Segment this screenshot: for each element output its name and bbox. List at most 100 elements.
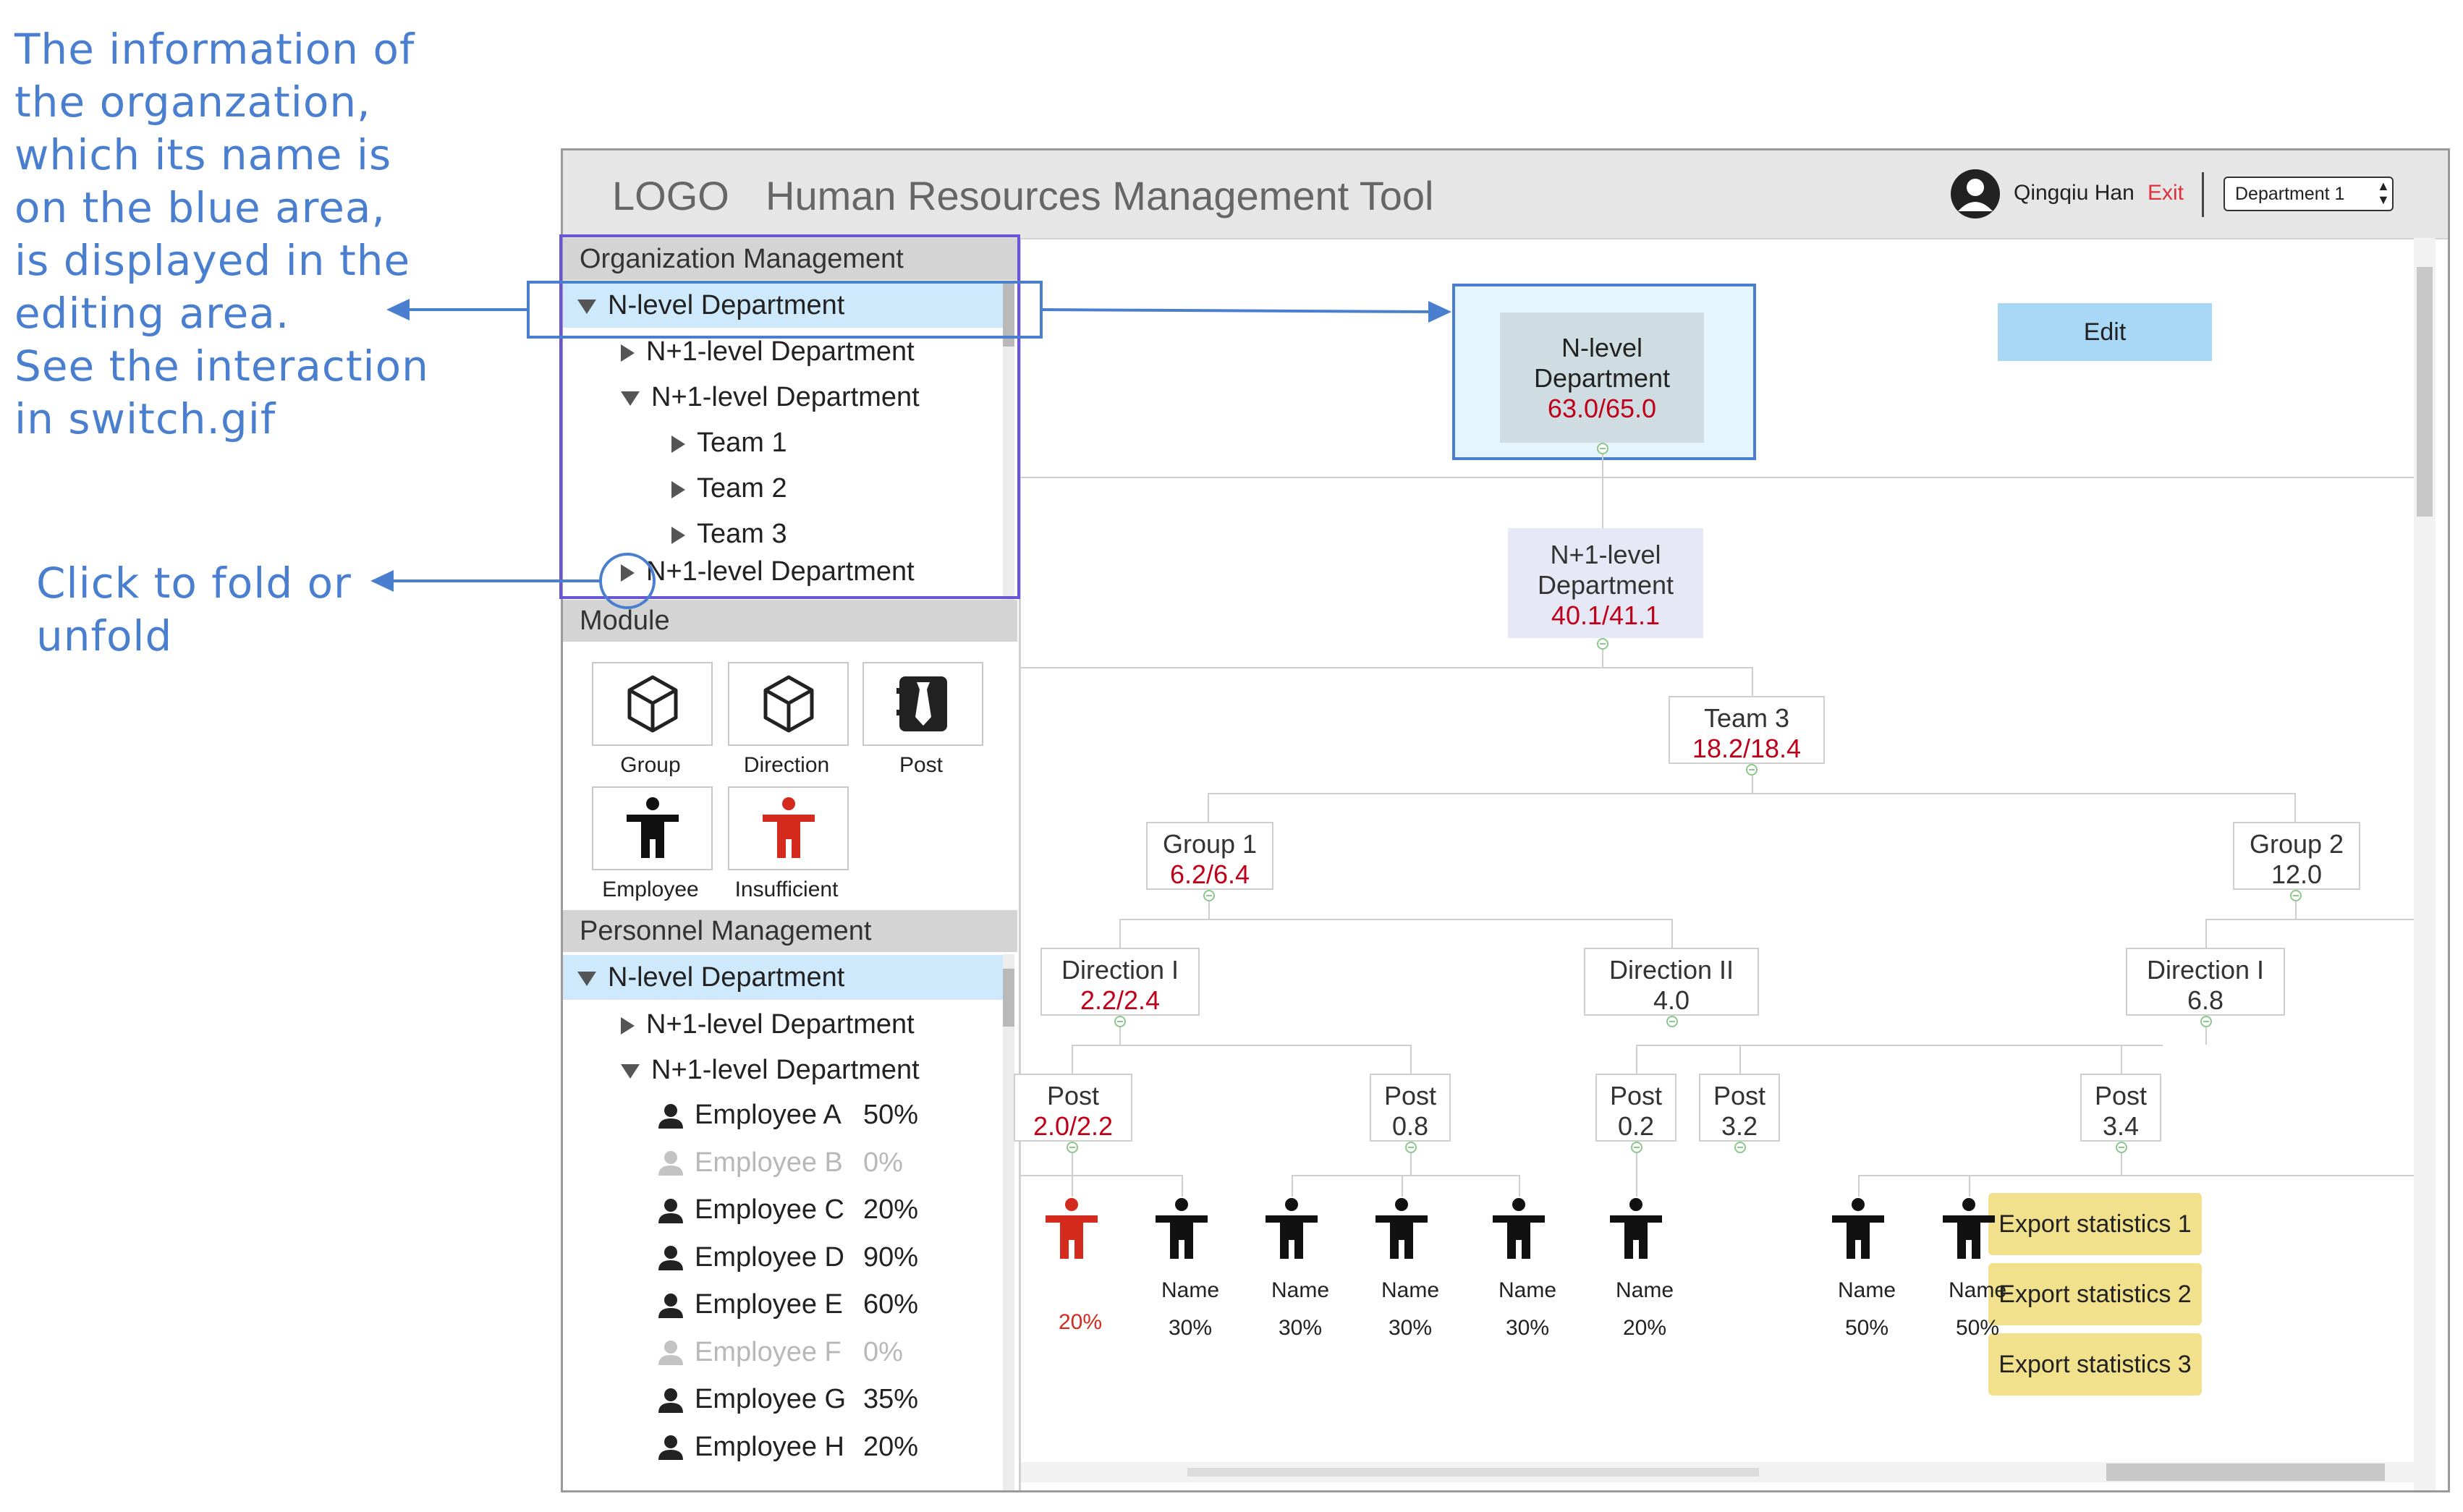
tie-icon xyxy=(896,676,947,731)
caret-right-icon[interactable] xyxy=(621,564,635,582)
connector xyxy=(1021,1175,1183,1176)
direction1-group1-node[interactable]: Direction I 2.2/2.4 xyxy=(1040,948,1200,1016)
person-icon[interactable] xyxy=(1490,1197,1548,1262)
employee-row[interactable]: Employee H 20% xyxy=(657,1424,975,1469)
employee-row[interactable]: Employee G 35% xyxy=(657,1377,975,1422)
direction1-group2-node[interactable]: Direction I 6.8 xyxy=(2126,948,2285,1016)
caret-down-icon[interactable] xyxy=(621,391,640,406)
canvas-vertical-scrollbar[interactable] xyxy=(2414,238,2436,1490)
org-tree-item-n1-b[interactable]: N+1-level Department xyxy=(563,375,1003,420)
employee-row[interactable]: Employee F 0% xyxy=(657,1330,975,1375)
employee-row[interactable]: Employee E 60% xyxy=(657,1282,975,1327)
org-tree-item-n1-a[interactable]: N+1-level Department xyxy=(563,329,1003,374)
person-icon[interactable] xyxy=(1940,1197,1998,1262)
connector xyxy=(1208,793,1209,822)
person-allocation: 30% xyxy=(1278,1316,1323,1340)
caret-right-icon[interactable] xyxy=(621,1016,635,1035)
root-node-selected[interactable]: N-level Department 63.0/65.0 xyxy=(1452,284,1756,460)
person-allocation: 30% xyxy=(1168,1316,1213,1340)
scrollbar-thumb[interactable] xyxy=(1003,281,1014,347)
org-tree-item-n-level[interactable]: N-level Department xyxy=(563,283,1003,328)
post-node-c[interactable]: Post 0.2 xyxy=(1595,1074,1676,1142)
personnel-tree-item-n-level[interactable]: N-level Department xyxy=(563,955,1003,1000)
scrollbar-thumb[interactable] xyxy=(1003,969,1014,1027)
user-icon xyxy=(658,1246,683,1271)
group2-node-label: Group 2 xyxy=(2249,829,2344,859)
module-group[interactable] xyxy=(592,662,713,746)
person-icon[interactable] xyxy=(1607,1197,1665,1262)
org-tree-item-team1[interactable]: Team 1 xyxy=(563,420,1003,465)
employee-name: Employee A xyxy=(695,1100,842,1130)
caret-down-icon[interactable] xyxy=(621,1063,640,1079)
collapse-toggle-icon[interactable] xyxy=(1597,638,1608,650)
expand-toggle-icon[interactable] xyxy=(1734,1142,1746,1153)
personnel-tree-item-n1-a[interactable]: N+1-level Department xyxy=(563,1002,1003,1047)
group1-node[interactable]: Group 1 6.2/6.4 xyxy=(1146,822,1273,890)
caret-right-icon[interactable] xyxy=(671,480,685,498)
employee-row[interactable]: Employee B 0% xyxy=(657,1140,975,1185)
org-tree-scrollbar[interactable] xyxy=(1003,281,1014,600)
caret-right-icon[interactable] xyxy=(671,526,685,544)
connector xyxy=(1636,1045,1637,1074)
export-statistics-3-button[interactable]: Export statistics 3 xyxy=(1988,1333,2202,1396)
app-title: Human Resources Management Tool xyxy=(766,173,1434,218)
collapse-toggle-icon[interactable] xyxy=(1114,1016,1126,1027)
module-header: Module xyxy=(563,600,1017,642)
employee-row[interactable]: Employee D 90% xyxy=(657,1235,975,1280)
n1-department-node[interactable]: N+1-level Department 40.1/41.1 xyxy=(1508,528,1703,638)
expand-toggle-icon[interactable] xyxy=(1666,1016,1678,1027)
module-insufficient[interactable] xyxy=(728,786,849,870)
connector xyxy=(1858,1175,2417,1176)
module-direction[interactable] xyxy=(728,662,849,746)
group2-node[interactable]: Group 2 12.0 xyxy=(2233,822,2360,890)
employee-row[interactable]: Employee A 50% xyxy=(657,1092,975,1137)
exit-link[interactable]: Exit xyxy=(2148,181,2184,205)
collapse-toggle-icon[interactable] xyxy=(1746,764,1758,776)
connector xyxy=(1752,776,1753,793)
collapse-toggle-icon[interactable] xyxy=(1597,443,1608,454)
connector xyxy=(1969,1175,1970,1197)
scrollbar-thumb[interactable] xyxy=(2417,267,2433,517)
caret-down-icon[interactable] xyxy=(577,971,596,986)
collapse-toggle-icon[interactable] xyxy=(1067,1142,1078,1153)
personnel-tree-item-n1-b[interactable]: N+1-level Department xyxy=(563,1048,1003,1092)
person-icon[interactable] xyxy=(1829,1197,1887,1262)
person-red-icon[interactable] xyxy=(1043,1197,1101,1262)
connector xyxy=(1602,448,1603,529)
collapse-toggle-icon[interactable] xyxy=(2116,1142,2127,1153)
caret-right-icon[interactable] xyxy=(671,435,685,453)
cube-icon xyxy=(763,675,813,733)
connector xyxy=(1072,1045,1412,1046)
personnel-scrollbar[interactable] xyxy=(1003,954,1014,1490)
post-node-b[interactable]: Post 0.8 xyxy=(1370,1074,1451,1142)
collapse-toggle-icon[interactable] xyxy=(1405,1142,1417,1153)
edit-button[interactable]: Edit xyxy=(1998,303,2212,361)
org-tree-item-n1-c[interactable]: N+1-level Department xyxy=(563,549,1003,594)
collapse-toggle-icon[interactable] xyxy=(2290,890,2302,901)
caret-down-icon[interactable] xyxy=(577,299,596,314)
canvas-horizontal-scrollbar[interactable] xyxy=(1021,1462,2414,1482)
team3-node[interactable]: Team 3 18.2/18.4 xyxy=(1669,696,1825,764)
employee-name: Employee F xyxy=(695,1336,842,1367)
org-tree-item-team2[interactable]: Team 2 xyxy=(563,466,1003,511)
department-select[interactable]: Department 1 ▲ ▼ xyxy=(2224,177,2394,211)
module-employee[interactable] xyxy=(592,786,713,870)
person-icon[interactable] xyxy=(1373,1197,1430,1262)
person-icon[interactable] xyxy=(1153,1197,1211,1262)
employee-allocation: 90% xyxy=(863,1241,919,1273)
caret-right-icon[interactable] xyxy=(621,344,635,362)
collapse-toggle-icon[interactable] xyxy=(1203,890,1215,901)
employee-row[interactable]: Employee C 20% xyxy=(657,1187,975,1232)
post-node-a[interactable]: Post 2.0/2.2 xyxy=(1014,1074,1132,1142)
export-statistics-1-button[interactable]: Export statistics 1 xyxy=(1988,1193,2202,1255)
collapse-toggle-icon[interactable] xyxy=(2200,1016,2212,1027)
post-node-d[interactable]: Post 3.2 xyxy=(1699,1074,1780,1142)
person-icon[interactable] xyxy=(1263,1197,1320,1262)
post-node-e[interactable]: Post 3.4 xyxy=(2080,1074,2161,1142)
connector xyxy=(1119,919,1673,920)
scrollbar-thumb[interactable] xyxy=(2106,1464,2385,1481)
direction2-group1-node[interactable]: Direction II 4.0 xyxy=(1584,948,1759,1016)
collapse-toggle-icon[interactable] xyxy=(1631,1142,1642,1153)
module-post[interactable] xyxy=(862,662,983,746)
avatar-icon[interactable] xyxy=(1949,168,2001,220)
